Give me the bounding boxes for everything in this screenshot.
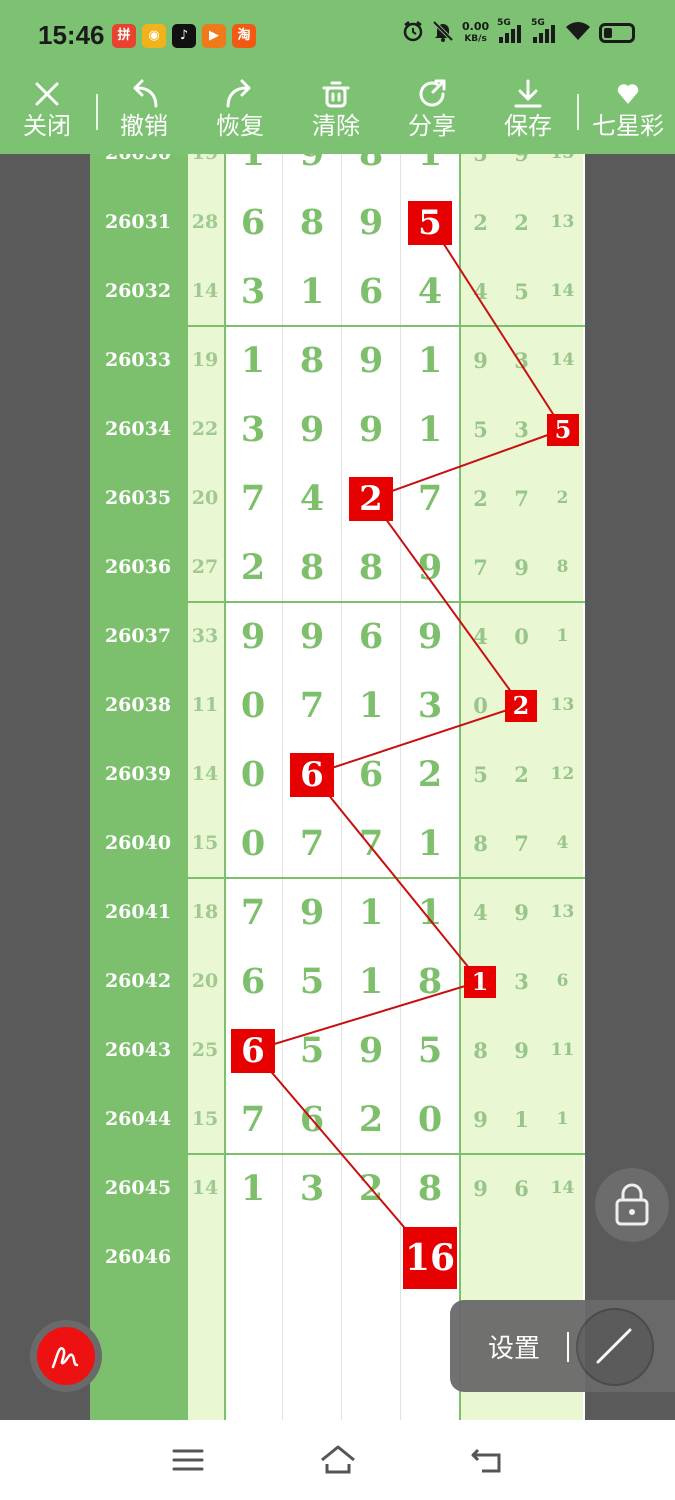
signal-icon-2: 5G	[531, 18, 557, 44]
trend-lines	[252, 221, 564, 1259]
trash-icon	[301, 76, 371, 112]
signal-2-label: 5G	[531, 18, 545, 28]
undo-label: 撤销	[120, 112, 168, 140]
app-icon-taobao: 淘	[232, 24, 256, 48]
trend-line-segment	[370, 428, 564, 500]
lottery-dropdown[interactable]: 七星彩	[586, 72, 670, 154]
wifi-icon	[565, 20, 591, 46]
trend-line-segment	[252, 980, 481, 1052]
mute-bell-icon	[432, 20, 454, 46]
highlighted-number: 16	[403, 1226, 457, 1289]
close-label: 关闭	[23, 112, 71, 140]
navigation-bar	[0, 1420, 675, 1500]
menu-icon	[168, 1449, 208, 1482]
heart-icon	[586, 76, 670, 112]
highlighted-number: 5	[408, 200, 452, 245]
redo-button[interactable]: 恢复	[205, 72, 275, 154]
undo-icon	[109, 76, 179, 112]
trend-chart-sheet[interactable]: 2603019198159132603128689522132603214316…	[90, 154, 585, 1420]
alarm-icon	[402, 20, 424, 46]
highlighted-number: 6	[290, 752, 334, 797]
lottery-label: 七星彩	[592, 112, 664, 140]
status-time: 15:46	[38, 20, 105, 50]
toolbar-divider	[96, 94, 98, 130]
save-label: 保存	[504, 112, 552, 140]
trend-line-segment	[311, 773, 481, 983]
redo-label: 恢复	[216, 112, 264, 140]
download-icon	[493, 76, 563, 112]
highlighted-number: 2	[505, 689, 537, 722]
pen-button[interactable]	[30, 1320, 102, 1392]
home-icon	[318, 1445, 358, 1482]
trend-line-segment	[429, 221, 564, 431]
toolbar-divider	[577, 94, 579, 130]
app-icon-red: 拼	[112, 24, 136, 48]
pen-button-fill	[37, 1327, 95, 1385]
clear-label: 清除	[312, 112, 360, 140]
lock-button[interactable]	[595, 1168, 669, 1242]
trend-line-segment	[370, 497, 522, 707]
share-button[interactable]: 分享	[397, 72, 467, 154]
signal-1-label: 5G	[497, 18, 511, 28]
share-label: 分享	[408, 112, 456, 140]
toolbar: 关闭 撤销 恢复 清除 分享 保存 七星彩	[0, 72, 675, 154]
close-button[interactable]: 关闭	[12, 72, 82, 154]
net-speed: 0.00 KB/s	[462, 21, 489, 45]
home-nav-button[interactable]	[318, 1442, 358, 1478]
back-nav-button[interactable]	[468, 1442, 508, 1478]
status-system-icons: 0.00 KB/s 5G 5G	[402, 18, 636, 46]
clear-button[interactable]: 清除	[301, 72, 371, 154]
menu-nav-button[interactable]	[168, 1442, 208, 1478]
settings-panel: 设置	[450, 1300, 675, 1392]
app-icon-yellow: ◉	[142, 24, 166, 48]
highlighted-number: 6	[231, 1028, 275, 1073]
line-tool-icon	[594, 1326, 634, 1370]
close-icon	[12, 76, 82, 112]
net-speed-unit: KB/s	[464, 34, 487, 44]
net-speed-value: 0.00	[462, 20, 490, 33]
highlighted-number: 2	[349, 476, 393, 521]
redo-icon	[205, 76, 275, 112]
share-icon	[397, 76, 467, 112]
left-margin	[0, 154, 90, 1420]
signal-icon-1: 5G	[497, 18, 523, 44]
save-button[interactable]: 保存	[493, 72, 563, 154]
back-icon	[468, 1448, 508, 1482]
settings-button[interactable]: 设置	[488, 1328, 540, 1365]
lock-icon	[613, 1182, 651, 1230]
settings-divider	[567, 1332, 569, 1362]
line-tool-button[interactable]	[576, 1308, 654, 1386]
trend-line-segment	[311, 704, 522, 776]
app-icon-tiktok: ♪	[172, 24, 196, 48]
app-icon-video: ▶	[202, 24, 226, 48]
undo-button[interactable]: 撤销	[109, 72, 179, 154]
battery-icon	[599, 23, 636, 43]
highlighted-number: 1	[464, 965, 496, 998]
status-app-icons: 拼 ◉ ♪ ▶ 淘	[112, 24, 256, 48]
pen-icon	[47, 1337, 85, 1379]
status-bar: 15:46 拼 ◉ ♪ ▶ 淘 0.00 KB/s 5G 5G	[0, 0, 675, 72]
highlighted-number: 5	[547, 413, 579, 446]
